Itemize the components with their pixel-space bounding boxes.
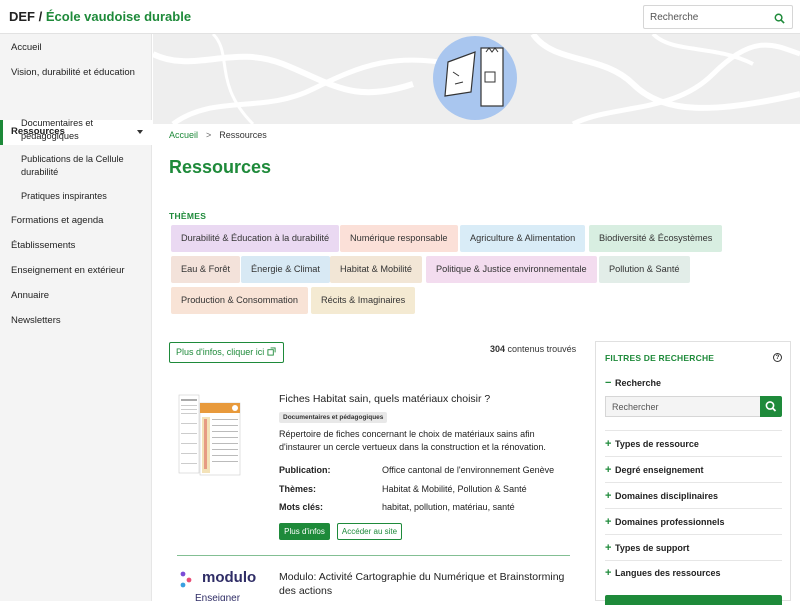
theme-chip[interactable]: Pollution & Santé bbox=[599, 256, 690, 283]
search-icon bbox=[765, 401, 777, 412]
filter-section-label: Types de ressource bbox=[615, 439, 699, 449]
result-category-tag: Documentaires et pédagogiques bbox=[279, 412, 388, 423]
keywords-value: habitat, pollution, matériau, santé bbox=[382, 502, 515, 512]
theme-chip[interactable]: Eau & Forêt bbox=[171, 256, 241, 283]
result-title[interactable]: Modulo: Activité Cartographie du Numériq… bbox=[279, 570, 579, 598]
modulo-logo-text: modulo bbox=[202, 569, 257, 586]
plus-icon: + bbox=[605, 516, 612, 528]
sidebar-item-newsletters[interactable]: Newsletters bbox=[11, 314, 61, 327]
themes-heading: THÈMES bbox=[169, 211, 207, 221]
result-divider bbox=[177, 555, 570, 556]
filter-section-label: Domaines professionnels bbox=[615, 517, 725, 527]
theme-chip[interactable]: Habitat & Mobilité bbox=[330, 256, 423, 283]
publication-label: Publication: bbox=[279, 465, 331, 475]
filters-title: FILTRES DE RECHERCHE bbox=[605, 353, 715, 363]
filter-section-label: Recherche bbox=[615, 378, 662, 388]
filter-divider bbox=[605, 456, 782, 457]
filter-divider bbox=[605, 560, 782, 561]
theme-chip[interactable]: Énergie & Climat bbox=[241, 256, 330, 283]
modulo-logo-subtitle: Enseigner bbox=[195, 593, 241, 601]
themes-label: Thèmes: bbox=[279, 484, 317, 494]
filter-search-field bbox=[605, 396, 761, 417]
theme-chip[interactable]: Agriculture & Alimentation bbox=[460, 225, 586, 252]
plus-icon: + bbox=[605, 542, 612, 554]
plus-icon: + bbox=[605, 464, 612, 476]
plus-icon: + bbox=[605, 567, 612, 579]
sidebar-subitem-pratiques[interactable]: Pratiques inspirantes bbox=[21, 190, 141, 203]
filter-divider bbox=[605, 430, 782, 431]
theme-chip[interactable]: Récits & Imaginaires bbox=[311, 287, 416, 314]
filter-section-domaines-disciplinaires[interactable]: + Domaines disciplinaires bbox=[605, 490, 718, 502]
sidebar-item-vision[interactable]: Vision, durabilité et éducation bbox=[11, 66, 135, 79]
filter-apply-button[interactable] bbox=[605, 595, 782, 605]
search-icon[interactable] bbox=[774, 11, 785, 29]
breadcrumb-separator: > bbox=[206, 130, 212, 140]
header-search-input[interactable] bbox=[650, 10, 768, 25]
theme-chip[interactable]: Numérique responsable bbox=[340, 225, 458, 252]
hero-banner bbox=[153, 34, 800, 124]
plus-icon: + bbox=[605, 490, 612, 502]
result-description: Répertoire de fiches concernant le choix… bbox=[279, 429, 546, 452]
header-search bbox=[643, 5, 793, 29]
breadcrumb-current: Ressources bbox=[219, 130, 267, 140]
filter-section-label: Types de support bbox=[615, 543, 690, 553]
filter-divider bbox=[605, 482, 782, 483]
filter-divider bbox=[605, 508, 782, 509]
filter-search-input[interactable] bbox=[612, 400, 752, 414]
filter-section-types-ressource[interactable]: + Types de ressource bbox=[605, 438, 699, 450]
result-thumbnail[interactable] bbox=[177, 393, 242, 478]
search-filters-panel: FILTRES DE RECHERCHE ? −Recherche +Types… bbox=[595, 341, 791, 605]
plus-icon: + bbox=[605, 438, 612, 450]
filter-section-degre[interactable]: + Degré enseignement bbox=[605, 464, 704, 476]
brand-name: École vaudoise durable bbox=[45, 9, 192, 24]
minus-icon: − bbox=[605, 377, 612, 389]
top-header: DEF / École vaudoise durable bbox=[0, 0, 800, 34]
filter-divider bbox=[605, 534, 782, 535]
theme-chip[interactable]: Politique & Justice environnementale bbox=[426, 256, 597, 283]
result-thumbnail[interactable]: modulo Enseigner bbox=[177, 565, 262, 601]
results-count-number: 304 bbox=[490, 344, 506, 354]
result-more-info-button[interactable]: Plus d'infos bbox=[279, 523, 330, 540]
brand-prefix: DEF / bbox=[9, 9, 43, 24]
external-link-icon bbox=[267, 347, 276, 356]
theme-chip[interactable]: Biodiversité & Écosystèmes bbox=[589, 225, 723, 252]
themes-value: Habitat & Mobilité, Pollution & Santé bbox=[382, 484, 527, 494]
filter-search-toggle[interactable]: − Recherche bbox=[605, 377, 661, 389]
filter-section-types-support[interactable]: + Types de support bbox=[605, 542, 689, 554]
more-info-label: Plus d'infos, cliquer ici bbox=[176, 347, 265, 357]
sidebar-item-accueil[interactable]: Accueil bbox=[11, 41, 42, 54]
sidebar-nav: Accueil Vision, durabilité et éducation … bbox=[0, 34, 152, 601]
hero-illustration bbox=[153, 34, 800, 124]
keywords-label: Mots clés: bbox=[279, 502, 324, 512]
sidebar-subitem-publications[interactable]: Publications de la Cellule durabilité bbox=[21, 153, 141, 179]
filter-section-label: Langues des ressources bbox=[615, 568, 721, 578]
help-icon[interactable]: ? bbox=[773, 353, 782, 362]
results-count: 304 contenus trouvés bbox=[490, 344, 576, 354]
theme-chip[interactable]: Production & Consommation bbox=[171, 287, 308, 314]
sidebar-item-etablissements[interactable]: Établissements bbox=[11, 239, 75, 252]
filter-section-langues[interactable]: + Langues des ressources bbox=[605, 567, 721, 579]
sidebar-subitem-documentaires[interactable]: Documentaires et pédagogiques bbox=[21, 117, 141, 143]
sidebar-item-annuaire[interactable]: Annuaire bbox=[11, 289, 49, 302]
filter-section-label: Domaines disciplinaires bbox=[615, 491, 719, 501]
publication-value: Office cantonal de l'environnement Genèv… bbox=[382, 465, 555, 475]
theme-chip[interactable]: Durabilité & Éducation à la durabilité bbox=[171, 225, 340, 252]
breadcrumb-home[interactable]: Accueil bbox=[169, 130, 198, 140]
filter-search-button[interactable] bbox=[760, 396, 782, 417]
page-title: Ressources bbox=[169, 157, 272, 177]
filter-section-label: Degré enseignement bbox=[615, 465, 704, 475]
sidebar-item-enseignement[interactable]: Enseignement en extérieur bbox=[11, 264, 125, 277]
modulo-logo-icon bbox=[180, 571, 192, 588]
access-site-button[interactable]: Accéder au site bbox=[337, 523, 402, 540]
filter-section-domaines-professionnels[interactable]: + Domaines professionnels bbox=[605, 516, 725, 528]
breadcrumb: Accueil > Ressources bbox=[169, 130, 267, 140]
sidebar-item-formations[interactable]: Formations et agenda bbox=[11, 214, 103, 227]
results-count-suffix: contenus trouvés bbox=[507, 344, 577, 354]
more-info-button[interactable]: Plus d'infos, cliquer ici bbox=[169, 342, 284, 363]
site-brand[interactable]: DEF / École vaudoise durable bbox=[9, 9, 191, 24]
result-title[interactable]: Fiches Habitat sain, quels matériaux cho… bbox=[279, 392, 579, 406]
